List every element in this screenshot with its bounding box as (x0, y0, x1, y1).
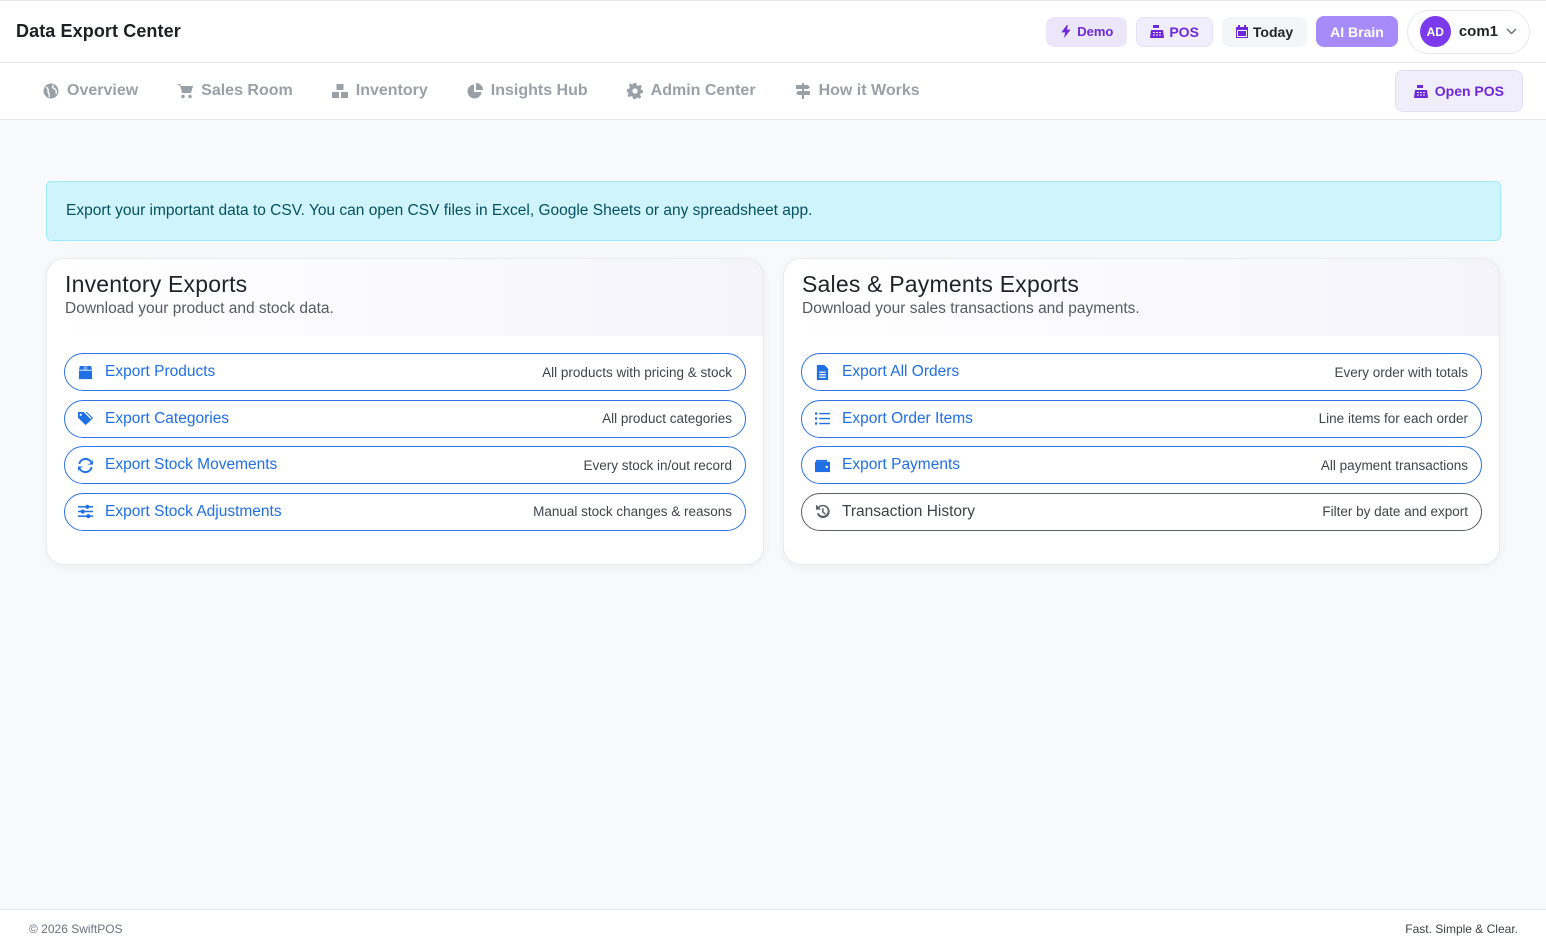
bolt-icon (1061, 25, 1071, 38)
row-label: Export Categories (105, 409, 230, 427)
row-description: Filter by date and export (1322, 504, 1468, 519)
export-stock-adjustments-button[interactable]: Export Stock Adjustments Manual stock ch… (64, 492, 746, 531)
sync-icon (78, 457, 93, 473)
nav-label: Admin Center (650, 82, 756, 99)
nav-item-sales-room[interactable]: Sales Room (177, 82, 293, 100)
row-label: Export Stock Adjustments (105, 502, 282, 520)
card-title: Sales & Payments Exports (802, 271, 1080, 297)
cash-register-icon (1413, 84, 1428, 98)
card-body: Export Products All products with pricin… (47, 336, 763, 531)
signpost-icon (795, 83, 810, 99)
top-header: Data Export Center Demo POS Today AI Bra… (0, 0, 1546, 63)
export-categories-button[interactable]: Export Categories All product categories (64, 399, 746, 438)
pos-button[interactable]: POS (1136, 16, 1213, 47)
export-order-items-button[interactable]: Export Order Items Line items for each o… (801, 399, 1482, 438)
nav-item-insights-hub[interactable]: Insights Hub (467, 82, 588, 100)
tags-icon (78, 411, 93, 426)
ai-brain-button[interactable]: AI Brain (1316, 16, 1398, 47)
nav-label: How it Works (818, 82, 920, 99)
card-header: Sales & Payments Exports Download your s… (784, 259, 1499, 336)
card-title: Inventory Exports (65, 271, 248, 297)
row-description: Every order with totals (1334, 364, 1468, 380)
list-icon (815, 412, 830, 425)
row-label: Transaction History (842, 502, 975, 520)
wallet-icon (815, 459, 830, 472)
open-pos-button[interactable]: Open POS (1394, 70, 1523, 112)
row-description: Line items for each order (1318, 411, 1468, 426)
card-body: Export All Orders Every order with total… (784, 336, 1499, 531)
export-all-orders-button[interactable]: Export All Orders Every order with total… (801, 353, 1482, 391)
row-description: All product categories (602, 411, 732, 426)
nav-label: Overview (67, 82, 139, 99)
globe-icon (43, 83, 59, 99)
box-icon (78, 365, 93, 379)
card-header: Inventory Exports Download your product … (47, 259, 763, 336)
cash-register-icon (1150, 25, 1165, 38)
page-title: Data Export Center (16, 21, 181, 41)
open-pos-label: Open POS (1434, 83, 1504, 99)
row-label: Export Products (105, 363, 216, 380)
row-description: Manual stock changes & reasons (533, 504, 732, 519)
footer-tagline: Fast. Simple & Clear. (1405, 921, 1518, 936)
row-description: Every stock in/out record (583, 457, 732, 473)
history-icon (815, 504, 830, 519)
inventory-exports-card: Inventory Exports Download your product … (46, 258, 764, 565)
nav-item-admin-center[interactable]: Admin Center (626, 82, 756, 100)
sliders-icon (78, 504, 93, 519)
header-actions: Demo POS Today AI Brain AD com1 (1046, 9, 1530, 54)
export-products-button[interactable]: Export Products All products with pricin… (64, 353, 746, 391)
row-description: All products with pricing & stock (542, 364, 732, 380)
copyright-text: © 2026 SwiftPOS (29, 921, 123, 936)
sales-payments-exports-card: Sales & Payments Exports Download your s… (783, 258, 1500, 565)
nav-item-inventory[interactable]: Inventory (331, 82, 428, 100)
export-payments-button[interactable]: Export Payments All payment transactions (801, 446, 1482, 484)
today-label: Today (1252, 23, 1294, 40)
row-label: Export Stock Movements (105, 456, 278, 473)
nav-label: Inventory (355, 82, 428, 99)
info-alert: Export your important data to CSV. You c… (46, 181, 1501, 241)
gear-icon (626, 83, 643, 99)
nav-item-how-it-works[interactable]: How it Works (795, 82, 920, 100)
export-stock-movements-button[interactable]: Export Stock Movements Every stock in/ou… (64, 446, 746, 484)
pos-label: POS (1169, 23, 1199, 40)
chevron-down-icon (1506, 28, 1517, 35)
row-label: Export Order Items (842, 409, 973, 427)
demo-button[interactable]: Demo (1046, 16, 1128, 47)
file-icon (816, 364, 829, 380)
user-name: com1 (1458, 23, 1498, 40)
avatar: AD (1419, 16, 1451, 47)
alert-text: Export your important data to CSV. You c… (66, 202, 813, 219)
main-nav: Overview Sales Room Inventory Insights H… (0, 63, 1546, 120)
transaction-history-button[interactable]: Transaction History Filter by date and e… (801, 492, 1482, 531)
demo-label: Demo (1077, 24, 1114, 39)
today-button[interactable]: Today (1221, 16, 1308, 47)
ai-brain-label: AI Brain (1330, 23, 1384, 40)
user-menu[interactable]: AD com1 (1406, 9, 1530, 54)
nav-item-overview[interactable]: Overview (43, 82, 138, 100)
card-subtitle: Download your sales transactions and pay… (802, 300, 1140, 317)
nav-label: Sales Room (201, 82, 293, 99)
card-subtitle: Download your product and stock data. (65, 300, 334, 317)
row-label: Export All Orders (842, 363, 960, 380)
boxes-icon (331, 84, 348, 98)
row-description: All payment transactions (1320, 457, 1468, 473)
calendar-icon (1235, 25, 1248, 38)
row-label: Export Payments (842, 456, 961, 473)
nav-label: Insights Hub (490, 82, 588, 99)
cart-icon (177, 84, 194, 99)
pie-chart-icon (467, 83, 483, 99)
footer: © 2026 SwiftPOS Fast. Simple & Clear. (0, 909, 1546, 947)
